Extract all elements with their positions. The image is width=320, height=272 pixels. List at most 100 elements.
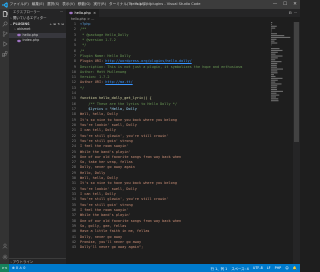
minimap-line — [271, 25, 277, 27]
account-icon[interactable] — [2, 243, 8, 249]
notifications-bell-icon[interactable]: 🔔 — [293, 266, 297, 270]
minimap-line — [271, 70, 278, 72]
tree-item-index-php[interactable]: index.php — [9, 38, 66, 44]
tab-hello-php[interactable]: hello.php × — [66, 9, 100, 17]
minimap-line — [271, 27, 276, 29]
status-bar: >< ⊗ 0 ⚠ 0 行 1、列 1 スペース: 4 UTF-8 LF PHP … — [0, 264, 300, 272]
minimap-line — [271, 23, 272, 25]
minimap-line — [271, 79, 278, 81]
tab-bar: hello.php × ⊟ ··· — [66, 9, 300, 17]
vscode-logo-icon — [1, 1, 8, 8]
php-file-icon — [69, 11, 73, 15]
menu-terminal[interactable]: ターミナル(T) — [109, 2, 132, 7]
minimap-line — [271, 100, 279, 102]
minimap-line — [271, 29, 272, 31]
minimap-line — [271, 68, 283, 70]
minimap-line — [271, 35, 285, 37]
php-file-icon — [17, 34, 21, 37]
minimap-line — [271, 22, 273, 24]
editor-area: hello.php × ⊟ ··· hello.php > ... 1 <?php… — [66, 9, 300, 264]
cursor-position[interactable]: 行 1、列 1 — [211, 266, 228, 271]
minimap-line — [271, 87, 277, 89]
minimap-line — [271, 59, 276, 61]
minimap-line — [271, 88, 277, 91]
explorer-header: エクスプローラー ··· — [9, 9, 66, 16]
minimap-line — [271, 49, 283, 52]
source-control-icon[interactable] — [2, 31, 8, 37]
explorer-title: エクスプローラー — [13, 10, 41, 14]
php-file-icon — [17, 39, 21, 42]
activity-bar — [0, 9, 9, 264]
menu-run[interactable]: 実行(R) — [94, 2, 107, 7]
split-editor-icon[interactable]: ⊟ — [289, 9, 292, 17]
tree-item-label: index.php — [22, 38, 40, 42]
more-actions-icon[interactable]: ··· — [60, 9, 63, 16]
close-tab-icon[interactable]: × — [93, 9, 96, 17]
minimap-line — [271, 75, 276, 78]
minimap-line — [271, 40, 275, 42]
minimap-line — [271, 74, 274, 76]
run-debug-icon[interactable] — [2, 41, 8, 47]
code-text: Dolly'll never go away again"; — [80, 245, 144, 250]
minimize-button[interactable]: — — [270, 0, 280, 9]
minimap-line — [271, 38, 277, 40]
close-window-button[interactable]: ✕ — [290, 0, 300, 9]
minimap[interactable] — [271, 22, 291, 102]
minimap-line — [271, 42, 278, 44]
menu-edit[interactable]: 編集(E) — [32, 2, 44, 7]
minimap-line — [271, 94, 280, 96]
explorer-sidebar: エクスプローラー ··· › 開いているエディター ⌄ PLUGINS + ⊞ … — [9, 9, 66, 264]
menu-go[interactable]: 移動(G) — [78, 2, 91, 7]
minimap-line — [271, 48, 280, 50]
indentation[interactable]: スペース: 4 — [231, 266, 249, 271]
problems-indicator[interactable]: ⊗ 0 ⚠ 0 — [12, 266, 25, 270]
settings-gear-icon[interactable] — [2, 254, 8, 260]
menu-selection[interactable]: 選択(S) — [47, 2, 59, 7]
menu-file[interactable]: ファイル(F) — [10, 2, 29, 7]
search-icon[interactable] — [2, 21, 8, 27]
editor-actions: ⊟ ··· — [289, 9, 297, 17]
minimap-line — [271, 51, 278, 53]
minimap-line — [271, 83, 282, 85]
maximize-button[interactable]: ☐ — [280, 0, 290, 9]
minimap-line — [271, 77, 283, 79]
language-mode[interactable]: PHP — [275, 266, 282, 270]
minimap-line — [271, 61, 282, 63]
minimap-line — [271, 72, 278, 74]
editor-more-icon[interactable]: ··· — [294, 9, 297, 17]
encoding[interactable]: UTF-8 — [253, 266, 263, 270]
minimap-line — [271, 55, 283, 57]
title-bar: ファイル(F) 編集(E) 選択(S) 表示(V) 移動(G) 実行(R) ター… — [0, 0, 300, 9]
minimap-line — [271, 85, 278, 87]
extensions-icon[interactable] — [1, 51, 8, 57]
code-editor[interactable]: 1 <?php 2/** 3 * @package Hello_Dolly 4 * @v… — [66, 22, 300, 264]
menu-view[interactable]: 表示(V) — [62, 2, 74, 7]
code-line[interactable]: 43 Dolly'll never go away again"; — [66, 245, 300, 250]
code-text: */ — [80, 85, 85, 90]
tab-label: hello.php — [74, 11, 91, 15]
code-text: Author URI: http://ma.tt/ — [80, 80, 133, 85]
minimap-line — [271, 81, 276, 83]
minimap-line — [271, 62, 278, 65]
minimap-line — [271, 90, 283, 92]
minimap-line — [271, 66, 277, 68]
explorer-icon[interactable] — [2, 11, 8, 17]
minimap-line — [271, 96, 276, 98]
minimap-line — [271, 33, 277, 35]
window-title: hello.php - plugins - Visual Studio Code — [130, 2, 201, 6]
end-of-line[interactable]: LF — [267, 266, 271, 270]
vertical-scrollbar[interactable] — [293, 22, 300, 264]
minimap-line — [271, 57, 278, 59]
scrollbar-thumb[interactable] — [294, 22, 299, 142]
minimap-line — [271, 98, 279, 100]
minimap-line — [271, 31, 272, 33]
feedback-icon[interactable]: ☺ — [285, 266, 289, 270]
minimap-line — [271, 53, 276, 55]
remote-indicator[interactable]: >< — [0, 264, 9, 272]
line-number: 43 — [71, 245, 76, 250]
window-controls: — ☐ ✕ — [270, 0, 300, 9]
minimap-line — [271, 44, 272, 46]
minimap-line — [271, 64, 277, 66]
minimap-line — [271, 36, 291, 38]
minimap-line — [271, 92, 277, 94]
